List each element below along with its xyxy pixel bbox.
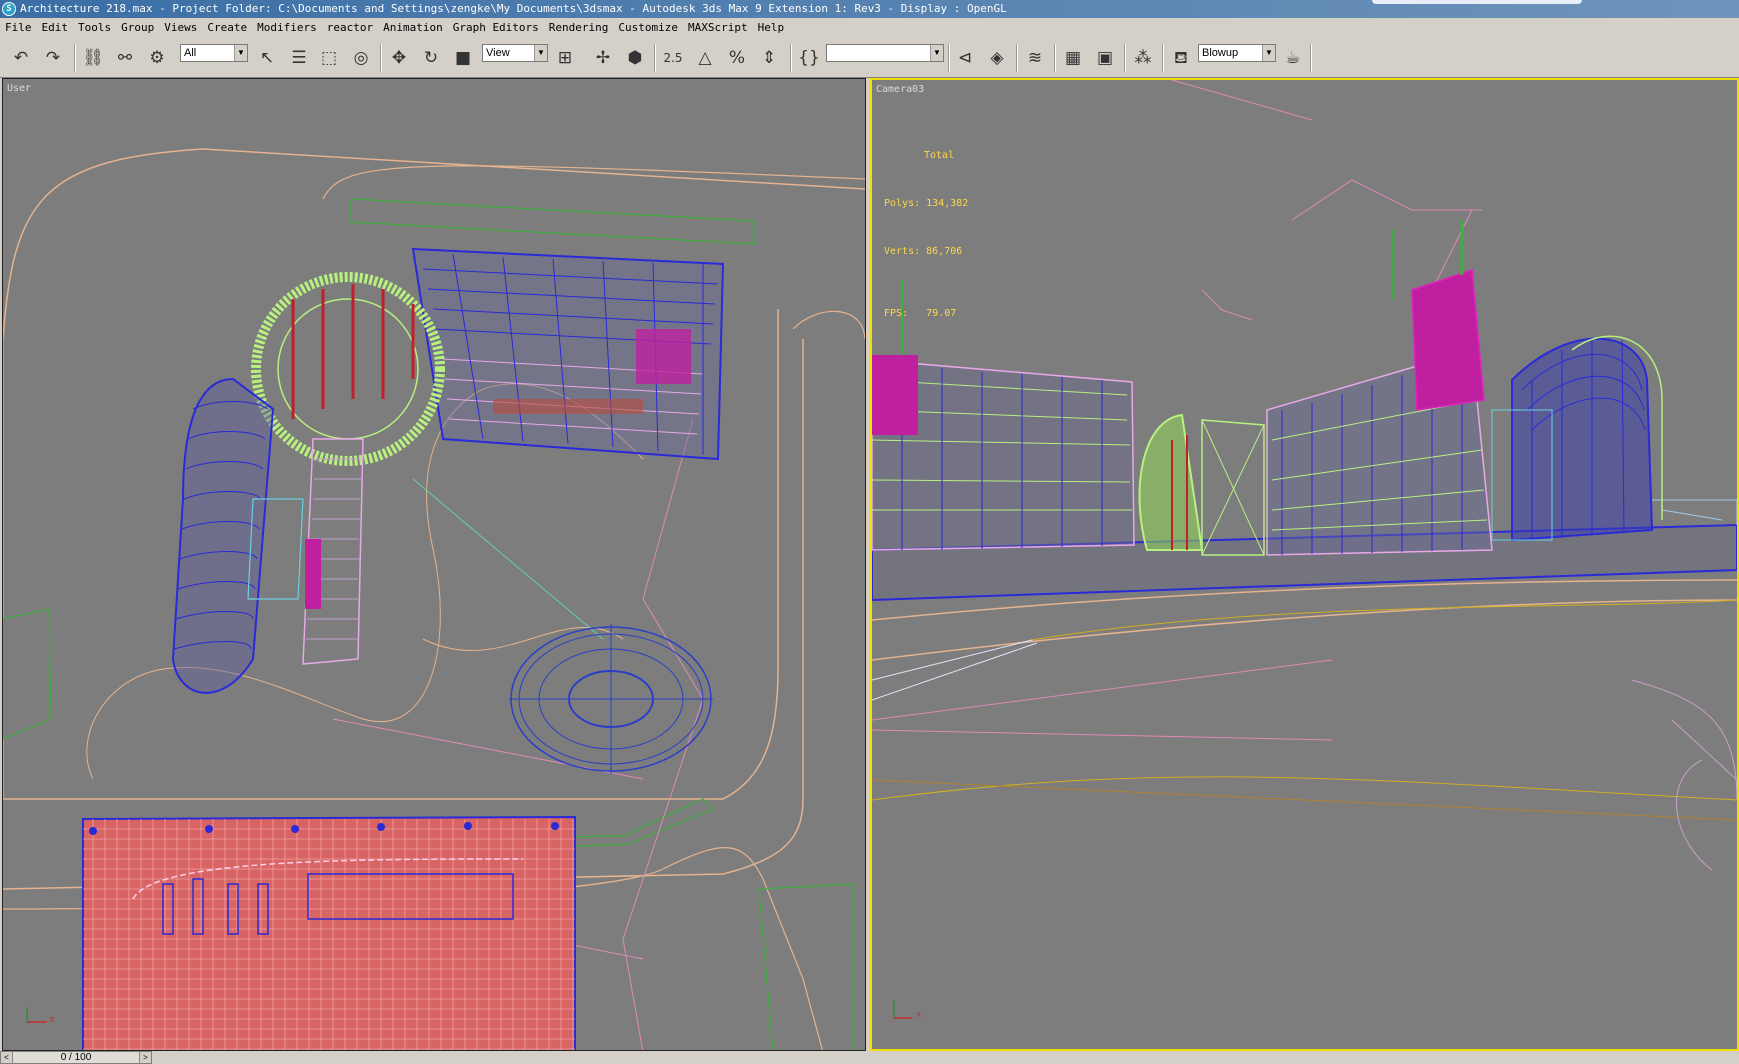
toolbar-separator: [1124, 44, 1126, 72]
reference-coordinate-dropdown[interactable]: View ▼: [482, 44, 548, 62]
user-viewport[interactable]: User x: [2, 78, 866, 1051]
viewport-statistics: Total Polys: 134,382 Verts: 86,706 FPS: …: [884, 116, 968, 354]
select-and-scale-icon[interactable]: ■: [450, 45, 476, 71]
chevron-down-icon: ▼: [930, 45, 943, 61]
menu-group[interactable]: Group: [116, 18, 159, 38]
select-object-icon[interactable]: ↖: [254, 45, 280, 71]
render-type-dropdown[interactable]: Blowup ▼: [1198, 44, 1276, 62]
menu-help[interactable]: Help: [753, 18, 790, 38]
menu-reactor[interactable]: reactor: [322, 18, 378, 38]
chevron-left-icon[interactable]: <: [1, 1052, 13, 1063]
verts-label: Verts:: [884, 246, 921, 257]
spinner-snap-icon[interactable]: ⇕: [756, 45, 782, 71]
render-scene-dialog-icon[interactable]: ⛾: [1168, 45, 1194, 71]
keyboard-shortcut-override-icon[interactable]: ⬢: [622, 45, 648, 71]
select-and-link-icon[interactable]: ⛓: [80, 45, 106, 71]
viewport-area: User x Camera03 Total Polys: 134,382 Ver…: [0, 78, 1739, 1051]
main-toolbar: ↶ ↷ ⛓ ⚯ ⚙ All ▼ ↖ ☰ ⬚ ◎ ✥ ↻ ■ View ▼ ⊞ ✢…: [0, 38, 1739, 78]
polys-value: 134,382: [926, 198, 969, 209]
menu-file[interactable]: File: [0, 18, 37, 38]
menu-graph-editors[interactable]: Graph Editors: [448, 18, 544, 38]
user-viewport-wireframe: [3, 148, 865, 1050]
chevron-down-icon: ▼: [534, 45, 547, 61]
menu-modifiers[interactable]: Modifiers: [252, 18, 322, 38]
snaps-toggle-icon[interactable]: 2.5: [660, 45, 686, 71]
toolbar-separator: [1016, 44, 1018, 72]
named-selection-sets-dropdown[interactable]: ▼: [826, 44, 944, 62]
time-slider-value: 0 / 100: [60, 1052, 92, 1063]
camera-viewport[interactable]: Camera03 Total Polys: 134,382 Verts: 86,…: [870, 78, 1739, 1051]
edit-named-selection-icon[interactable]: {}: [796, 45, 822, 71]
select-by-name-icon[interactable]: ☰: [286, 45, 312, 71]
polys-label: Polys:: [884, 198, 921, 209]
menu-tools[interactable]: Tools: [73, 18, 116, 38]
chevron-down-icon: ▼: [1262, 45, 1275, 61]
menu-views[interactable]: Views: [159, 18, 202, 38]
unlink-selection-icon[interactable]: ⚯: [112, 45, 138, 71]
pivot-center-icon[interactable]: ⊞: [552, 45, 578, 71]
menu-customize[interactable]: Customize: [613, 18, 683, 38]
quick-render-teapot-icon[interactable]: ☕: [1280, 45, 1306, 71]
toolbar-separator: [74, 44, 76, 72]
menu-maxscript[interactable]: MAXScript: [683, 18, 753, 38]
viewport-label-user[interactable]: User: [7, 83, 31, 94]
verts-value: 86,706: [926, 246, 963, 257]
chevron-right-icon[interactable]: >: [139, 1052, 151, 1063]
viewport-label-camera[interactable]: Camera03: [876, 84, 924, 95]
bind-to-space-warp-icon[interactable]: ⚙: [144, 45, 170, 71]
render-type-value: Blowup: [1202, 47, 1239, 59]
camera-viewport-wireframe: [872, 80, 1737, 1019]
undo-icon[interactable]: ↶: [8, 45, 34, 71]
reference-coordinate-value: View: [486, 47, 510, 59]
percent-snap-icon[interactable]: %: [724, 45, 750, 71]
fps-value: 79.07: [926, 308, 957, 319]
menu-edit[interactable]: Edit: [37, 18, 74, 38]
title-bar: S Architecture 218.max - Project Folder:…: [0, 0, 1739, 18]
layer-manager-icon[interactable]: ≋: [1022, 45, 1048, 71]
window-title: Architecture 218.max - Project Folder: C…: [20, 2, 1007, 15]
stats-header: Total: [924, 150, 955, 161]
chevron-down-icon: ▼: [234, 45, 247, 61]
redo-icon[interactable]: ↷: [40, 45, 66, 71]
toolbar-separator: [790, 44, 792, 72]
3ds-max-logo-icon[interactable]: S: [2, 2, 16, 16]
curve-editor-icon[interactable]: ▦: [1060, 45, 1086, 71]
menu-bar: File Edit Tools Group Views Create Modifiers re…: [0, 18, 1739, 38]
selection-filter-dropdown[interactable]: All ▼: [180, 44, 248, 62]
x-axis-label: x: [916, 1010, 922, 1020]
mirror-icon[interactable]: ⊲: [952, 45, 978, 71]
selection-filter-value: All: [184, 47, 197, 59]
menu-rendering[interactable]: Rendering: [544, 18, 614, 38]
menu-create[interactable]: Create: [202, 18, 252, 38]
align-icon[interactable]: ◈: [984, 45, 1010, 71]
toolbar-separator: [948, 44, 950, 72]
x-axis-label: x: [49, 1015, 55, 1025]
toolbar-separator: [1310, 44, 1312, 72]
window-crossing-icon[interactable]: ◎: [348, 45, 374, 71]
material-editor-icon[interactable]: ⁂: [1130, 45, 1156, 71]
toolbar-separator: [654, 44, 656, 72]
angle-snap-icon[interactable]: △: [692, 45, 718, 71]
toolbar-separator: [1162, 44, 1164, 72]
status-bar: < 0 / 100 >: [0, 1051, 1739, 1064]
menu-animation[interactable]: Animation: [378, 18, 448, 38]
window-controls[interactable]: [1372, 0, 1582, 4]
toolbar-separator: [1054, 44, 1056, 72]
rectangular-selection-icon[interactable]: ⬚: [316, 45, 342, 71]
time-slider[interactable]: < 0 / 100 >: [0, 1051, 152, 1064]
select-and-rotate-icon[interactable]: ↻: [418, 45, 444, 71]
select-and-move-icon[interactable]: ✥: [386, 45, 412, 71]
schematic-view-icon[interactable]: ▣: [1092, 45, 1118, 71]
fps-label: FPS:: [884, 308, 909, 319]
select-and-manipulate-icon[interactable]: ✢: [590, 45, 616, 71]
toolbar-separator: [380, 44, 382, 72]
